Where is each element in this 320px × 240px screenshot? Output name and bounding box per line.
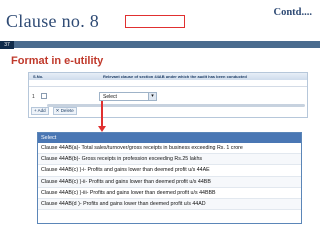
dropdown-option[interactable]: Clause 44AB(a)- Total sales/turnover/gro… [38, 143, 301, 155]
dropdown-header[interactable]: Select [38, 133, 301, 143]
slide-title: Clause no. 8 [6, 11, 100, 31]
delete-button-label: Delete [60, 108, 74, 113]
add-button-label: Add [37, 108, 46, 113]
column-header-sno: S.No. [33, 74, 44, 79]
chevron-down-icon[interactable]: ▾ [148, 93, 156, 100]
row-checkbox[interactable] [41, 93, 47, 99]
delete-button[interactable]: ✕ Delete [52, 107, 77, 115]
clause-select-value: Select [103, 94, 117, 100]
dropdown-option[interactable]: Clause 44AB(b)- Gross receipts in profes… [38, 154, 301, 166]
clause-select[interactable]: Select ▾ [99, 92, 157, 101]
clause-grid: S.No. Relevant clause of section 44AB un… [28, 72, 308, 118]
dropdown-option[interactable]: Clause 44AB(d )- Profits and gains lower… [38, 198, 301, 211]
dropdown-option[interactable]: Clause 44AB(c) )-i- Profits and gains lo… [38, 165, 301, 177]
clause-dropdown-list: Select Clause 44AB(a)- Total sales/turno… [37, 132, 302, 224]
horizontal-scrollbar[interactable] [47, 104, 305, 107]
callout-arrow-line [101, 101, 103, 128]
dropdown-option[interactable]: Clause 44AB(c) )-ii- Profits and gains l… [38, 176, 301, 188]
row-number: 1 [32, 94, 35, 100]
slide-subtitle: Format in e-utility [11, 55, 104, 67]
continued-label: Contd.... [273, 7, 312, 18]
title-divider-bar [0, 41, 320, 48]
slide-number: 37 [0, 41, 14, 49]
grid-header: S.No. Relevant clause of section 44AB un… [29, 73, 307, 80]
column-header-clause: Relevant clause of section 44AB under wh… [103, 74, 247, 79]
add-button[interactable]: + Add [31, 107, 49, 115]
dropdown-option[interactable]: Clause 44AB(c) )-iii- Profits and gains … [38, 188, 301, 199]
select-highlight-box [125, 15, 185, 28]
grid-toolbar: + Add ✕ Delete [31, 107, 77, 115]
